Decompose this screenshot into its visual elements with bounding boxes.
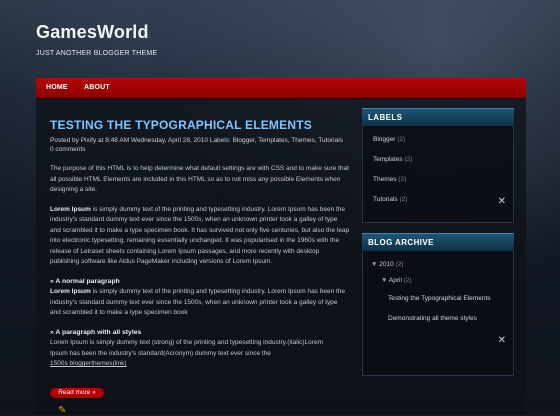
styles-paragraph-heading: » A paragraph with all styles (50, 328, 142, 336)
label-count: (2) (397, 136, 406, 143)
normal-paragraph: Lorem Ipsum is simply dummy text of the … (50, 287, 350, 319)
archive-month[interactable]: ▼ April (2) (381, 277, 412, 284)
site-header: GamesWorld JUST ANOTHER BLOGGER THEME (36, 22, 157, 57)
normal-paragraph-heading: » A normal paragraph (50, 277, 120, 285)
label-name[interactable]: Templates (373, 156, 403, 163)
label-name[interactable]: Themes (373, 176, 396, 183)
sidebar: LABELS Blogger (2) Templates (2) Themes … (362, 108, 514, 376)
triangle-down-icon[interactable]: ▼ (371, 261, 377, 268)
styles-paragraph: Lorem Ipsum is simply dummy text (strong… (50, 338, 350, 370)
post-meta-line: Posted by Pixify at 8:48 AM Wednesday, A… (50, 137, 343, 144)
post-title[interactable]: TESTING THE TYPOGRAPHICAL ELEMENTS (50, 118, 350, 132)
read-more-button[interactable]: Read more » (50, 388, 104, 398)
archive-post-link[interactable]: Demonstrating all theme styles (388, 315, 477, 322)
normal-text: is simply dummy text of the printing and… (50, 288, 346, 316)
lorem-label: Lorem Ipsum (50, 205, 91, 213)
archive-widget-title: BLOG ARCHIVE (362, 233, 514, 251)
nav-item-about[interactable]: ABOUT (84, 78, 110, 98)
label-count: (2) (399, 196, 408, 203)
styles-line: Lorem Ipsum is simply dummy text (strong… (50, 339, 323, 346)
label-item-blogger[interactable]: Blogger (2) (373, 136, 405, 143)
styles-line-link[interactable]: 1500s bloggerthemes(link) (50, 359, 350, 370)
post-body: The purpose of this HTML is to help dete… (50, 164, 350, 370)
tools-icon[interactable]: ✕ (498, 335, 506, 346)
label-name[interactable]: Blogger (373, 136, 395, 143)
styles-line: Ipsum has been the industry's standard(A… (50, 349, 271, 357)
post-meta: Posted by Pixify at 8:48 AM Wednesday, A… (50, 136, 350, 154)
archive-widget: ▼ 2010 (2) ▼ April (2) Testing the Typog… (362, 251, 514, 376)
normal-label: Lorem Ipsum (50, 288, 91, 295)
label-count: (2) (404, 156, 413, 163)
top-navigation: HOME ABOUT (36, 78, 526, 99)
labels-widget: Blogger (2) Templates (2) Themes (2) Tut… (362, 126, 514, 223)
main-column: TESTING THE TYPOGRAPHICAL ELEMENTS Poste… (50, 118, 350, 370)
intro-paragraph: The purpose of this HTML is to help dete… (50, 165, 349, 193)
lorem-text: is simply dummy text of the printing and… (50, 205, 350, 266)
archive-month-label[interactable]: April (389, 277, 402, 284)
label-item-templates[interactable]: Templates (2) (373, 156, 412, 163)
labels-widget-title: LABELS (362, 108, 514, 126)
label-item-tutorials[interactable]: Tutorials (2) (373, 196, 407, 203)
pencil-icon: ✎ (58, 405, 67, 416)
archive-year-label[interactable]: 2010 (379, 261, 393, 268)
lorem-paragraph: Lorem Ipsum is simply dummy text of the … (50, 205, 350, 268)
archive-year-count: (2) (395, 261, 404, 268)
site-title[interactable]: GamesWorld (36, 22, 157, 43)
archive-post-link[interactable]: Testing the Typographical Elements (388, 295, 491, 302)
triangle-down-icon[interactable]: ▼ (381, 277, 387, 284)
tools-icon[interactable]: ✕ (498, 196, 506, 207)
post-comments-link[interactable]: 0 comments (50, 145, 350, 154)
label-item-themes[interactable]: Themes (2) (373, 176, 406, 183)
nav-item-home[interactable]: HOME (46, 78, 68, 98)
archive-year[interactable]: ▼ 2010 (2) (371, 261, 403, 268)
label-count: (2) (398, 176, 407, 183)
site-description: JUST ANOTHER BLOGGER THEME (36, 50, 158, 57)
archive-month-count: (2) (403, 277, 412, 284)
label-name[interactable]: Tutorials (373, 196, 398, 203)
